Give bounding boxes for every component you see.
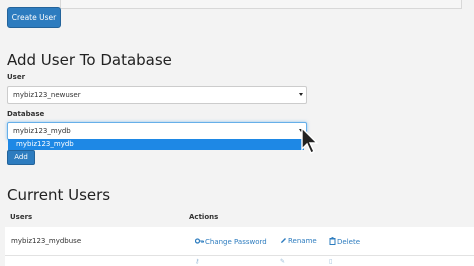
rename-link[interactable]: Rename [280,237,317,245]
database-option-label: mybiz123_mydb [16,140,74,148]
column-header-users: Users [10,213,33,221]
user-select[interactable]: mybiz123_newuser [7,86,307,104]
pencil-icon [281,238,286,243]
trash-icon [329,237,336,245]
add-user-section-title: Add User To Database [7,51,172,69]
chevron-down-icon [299,93,303,96]
database-dropdown-option[interactable]: mybiz123_mydb [8,139,304,150]
key-icon: ⚷ [195,258,200,265]
database-select-value: mybiz123_mydb [13,127,71,135]
user-name-cell: mybiz123_mydbuse [11,237,82,245]
table-row: mybiz123_mydbuse Change Password Rename … [5,227,474,256]
user-field-label: User [7,73,26,81]
database-field-label: Database [7,110,45,118]
change-password-label: Change Password [205,238,267,246]
top-panel-edge [60,0,462,9]
database-select[interactable]: mybiz123_mydb [7,122,307,140]
pencil-icon: ✎ [280,258,286,265]
cursor-arrow-icon [301,126,319,154]
trash-icon: ▯ [329,258,333,265]
create-user-button[interactable]: Create User [7,7,61,28]
add-button[interactable]: Add [7,150,35,165]
user-select-value: mybiz123_newuser [13,91,81,99]
key-icon [194,238,205,244]
change-password-link[interactable]: Change Password [194,237,267,246]
users-table-header: Users Actions [5,210,474,228]
rename-label: Rename [288,237,317,245]
delete-label: Delete [337,238,360,246]
table-row-partial: ⚷ ✎ ▯ [5,256,474,266]
current-users-title: Current Users [7,186,111,204]
column-header-actions: Actions [189,213,219,221]
delete-link[interactable]: Delete [329,237,360,246]
